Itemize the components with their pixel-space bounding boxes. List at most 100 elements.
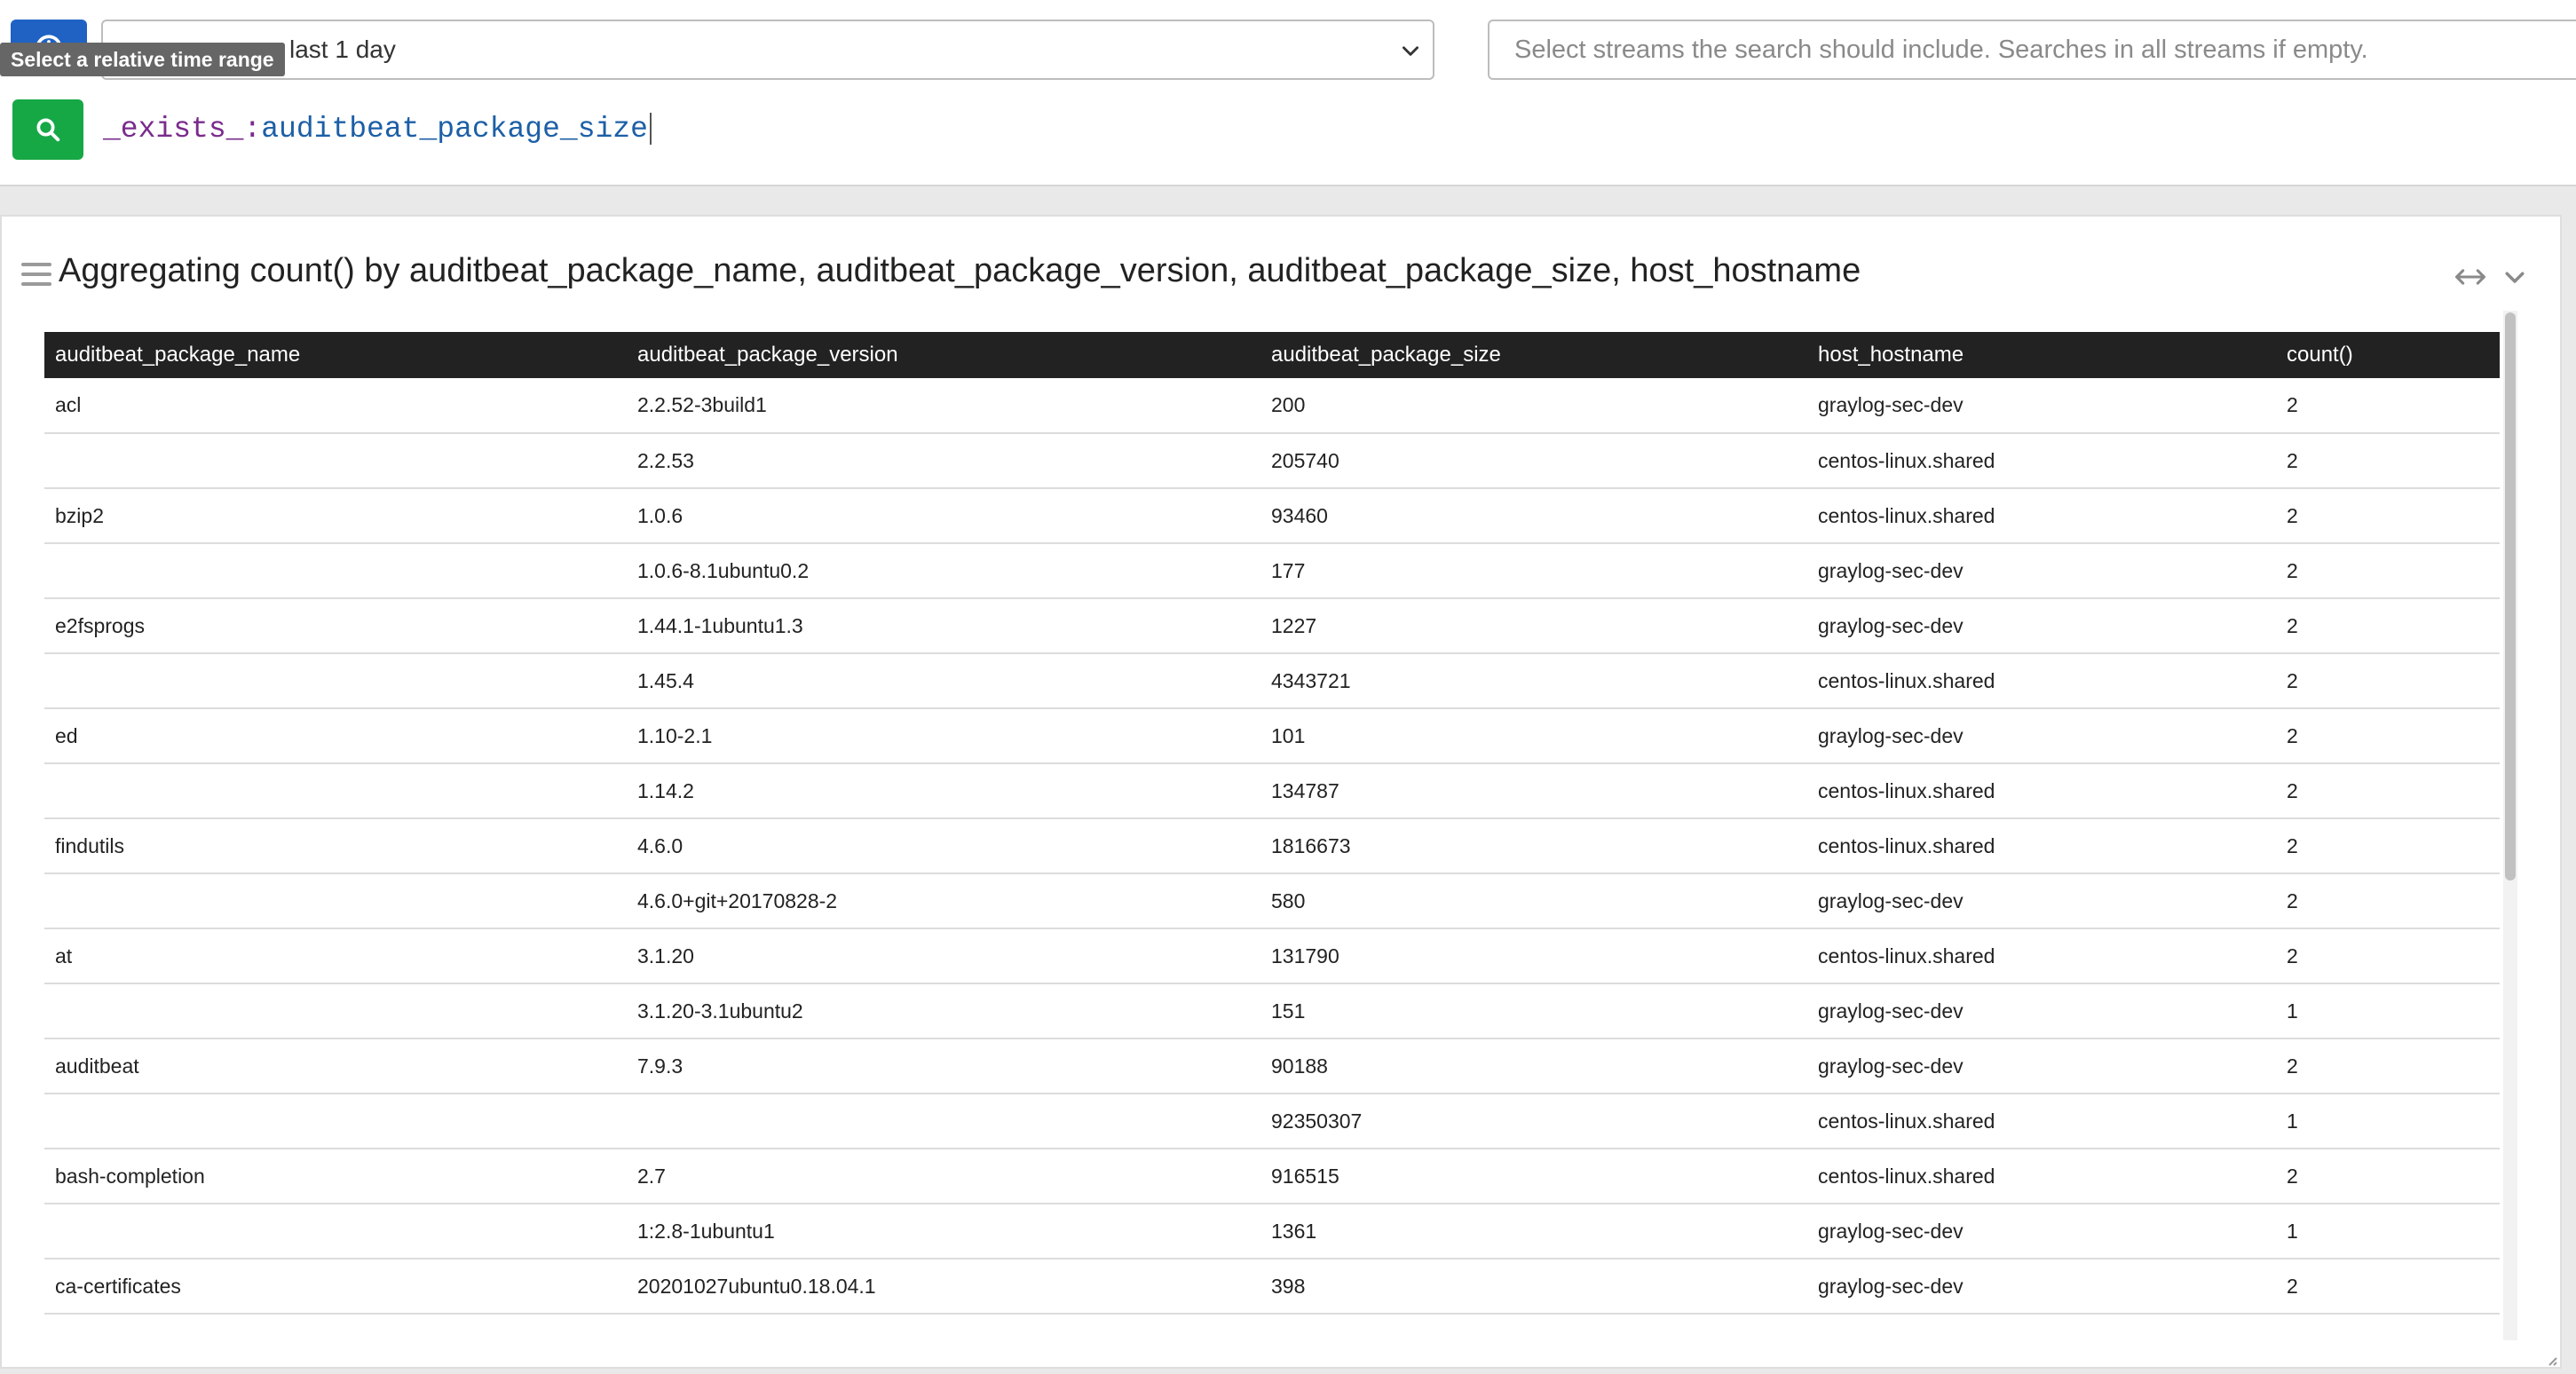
- chevron-down-icon[interactable]: [2498, 264, 2532, 290]
- table-cell-auditbeat-package-version[interactable]: 1.0.6-8.1ubuntu0.2: [627, 543, 1260, 599]
- table-cell-auditbeat-package-version[interactable]: 1.45.4: [627, 653, 1260, 709]
- table-cell-auditbeat-package-size[interactable]: 1227: [1260, 598, 1807, 654]
- table-cell-host-hostname[interactable]: centos-linux.shared: [1807, 763, 2276, 819]
- table-cell-host-hostname[interactable]: centos-linux.shared: [1807, 1094, 2276, 1149]
- table-cell-count[interactable]: 2: [2276, 1149, 2500, 1204]
- table-cell-auditbeat-package-size[interactable]: 92350307: [1260, 1094, 1807, 1149]
- resize-handle-icon[interactable]: [2544, 1353, 2558, 1367]
- table-cell-host-hostname[interactable]: graylog-sec-dev: [1807, 543, 2276, 599]
- table-cell-auditbeat-package-size[interactable]: 93460: [1260, 488, 1807, 544]
- table-cell-auditbeat-package-name[interactable]: ca-certificates: [44, 1259, 627, 1315]
- table-cell-auditbeat-package-version[interactable]: 2.2.53: [627, 433, 1260, 489]
- table-cell-count[interactable]: 2: [2276, 598, 2500, 654]
- table-cell-auditbeat-package-size[interactable]: 1361: [1260, 1204, 1807, 1260]
- table-cell-auditbeat-package-version[interactable]: 3.1.20: [627, 928, 1260, 984]
- table-cell-auditbeat-package-name[interactable]: e2fsprogs: [44, 598, 627, 654]
- table-cell-auditbeat-package-name[interactable]: bash-completion: [44, 1149, 627, 1204]
- table-cell-host-hostname[interactable]: centos-linux.shared: [1807, 488, 2276, 544]
- table-cell-auditbeat-package-version[interactable]: 1.10-2.1: [627, 708, 1260, 764]
- column-header[interactable]: auditbeat_package_version: [627, 332, 1260, 378]
- table-cell-auditbeat-package-size[interactable]: 916515: [1260, 1149, 1807, 1204]
- table-cell-auditbeat-package-name[interactable]: [44, 653, 627, 709]
- table-cell-auditbeat-package-version[interactable]: 20201027ubuntu0.18.04.1: [627, 1259, 1260, 1315]
- table-cell-host-hostname[interactable]: graylog-sec-dev: [1807, 1259, 2276, 1315]
- table-cell-host-hostname[interactable]: graylog-sec-dev: [1807, 983, 2276, 1039]
- column-header[interactable]: host_hostname: [1807, 332, 2276, 378]
- table-cell-count[interactable]: 2: [2276, 488, 2500, 544]
- query-input[interactable]: _exists_:auditbeat_package_size: [103, 105, 652, 154]
- table-cell-auditbeat-package-version[interactable]: 1.0.6: [627, 488, 1260, 544]
- table-cell-host-hostname[interactable]: centos-linux.shared: [1807, 433, 2276, 489]
- table-cell-auditbeat-package-size[interactable]: 200: [1260, 378, 1807, 434]
- table-cell-auditbeat-package-size[interactable]: 205740: [1260, 433, 1807, 489]
- table-cell-auditbeat-package-version[interactable]: 3.1.20-3.1ubuntu2: [627, 983, 1260, 1039]
- table-cell-auditbeat-package-version[interactable]: 1:2.8-1ubuntu1: [627, 1204, 1260, 1260]
- table-cell-auditbeat-package-size[interactable]: 398: [1260, 1259, 1807, 1315]
- table-cell-auditbeat-package-name[interactable]: [44, 433, 627, 489]
- table-cell-auditbeat-package-name[interactable]: findutils: [44, 818, 627, 874]
- table-cell-count[interactable]: 2: [2276, 708, 2500, 764]
- table-cell-auditbeat-package-version[interactable]: 4.6.0+git+20170828-2: [627, 873, 1260, 929]
- table-cell-count[interactable]: 2: [2276, 818, 2500, 874]
- table-cell-count[interactable]: 1: [2276, 1204, 2500, 1260]
- table-cell-host-hostname[interactable]: graylog-sec-dev: [1807, 1204, 2276, 1260]
- relative-time-range-select[interactable]: last 1 day: [101, 20, 1434, 80]
- table-cell-auditbeat-package-version[interactable]: 1.14.2: [627, 763, 1260, 819]
- column-header[interactable]: auditbeat_package_size: [1260, 332, 1807, 378]
- table-cell-auditbeat-package-size[interactable]: 101: [1260, 708, 1807, 764]
- table-cell-auditbeat-package-name[interactable]: auditbeat: [44, 1038, 627, 1094]
- table-cell-auditbeat-package-size[interactable]: 177: [1260, 543, 1807, 599]
- table-cell-host-hostname[interactable]: graylog-sec-dev: [1807, 708, 2276, 764]
- table-cell-auditbeat-package-name[interactable]: ed: [44, 708, 627, 764]
- table-cell-count[interactable]: 2: [2276, 543, 2500, 599]
- table-cell-host-hostname[interactable]: graylog-sec-dev: [1807, 598, 2276, 654]
- table-cell-count[interactable]: 2: [2276, 1259, 2500, 1315]
- table-cell-count[interactable]: 2: [2276, 433, 2500, 489]
- table-cell-count[interactable]: 2: [2276, 378, 2500, 434]
- table-cell-auditbeat-package-version[interactable]: 1.44.1-1ubuntu1.3: [627, 598, 1260, 654]
- table-cell-count[interactable]: 2: [2276, 928, 2500, 984]
- table-cell-auditbeat-package-name[interactable]: bzip2: [44, 488, 627, 544]
- streams-filter-input[interactable]: Select streams the search should include…: [1488, 20, 2576, 80]
- table-cell-auditbeat-package-size[interactable]: 580: [1260, 873, 1807, 929]
- table-cell-host-hostname[interactable]: graylog-sec-dev: [1807, 1038, 2276, 1094]
- table-cell-auditbeat-package-size[interactable]: 4343721: [1260, 653, 1807, 709]
- table-cell-count[interactable]: 2: [2276, 873, 2500, 929]
- query-field: auditbeat_package_size: [261, 113, 648, 146]
- table-cell-auditbeat-package-name[interactable]: [44, 1094, 627, 1149]
- table-cell-count[interactable]: 2: [2276, 1038, 2500, 1094]
- table-cell-auditbeat-package-name[interactable]: at: [44, 928, 627, 984]
- table-cell-auditbeat-package-size[interactable]: 131790: [1260, 928, 1807, 984]
- table-cell-auditbeat-package-size[interactable]: 151: [1260, 983, 1807, 1039]
- table-cell-auditbeat-package-size[interactable]: 134787: [1260, 763, 1807, 819]
- column-header[interactable]: count(): [2276, 332, 2500, 378]
- table-cell-host-hostname[interactable]: graylog-sec-dev: [1807, 378, 2276, 434]
- table-cell-auditbeat-package-version[interactable]: 2.7: [627, 1149, 1260, 1204]
- table-cell-auditbeat-package-name[interactable]: [44, 873, 627, 929]
- table-cell-auditbeat-package-name[interactable]: [44, 543, 627, 599]
- table-cell-auditbeat-package-version[interactable]: 7.9.3: [627, 1038, 1260, 1094]
- table-cell-auditbeat-package-name[interactable]: [44, 983, 627, 1039]
- search-button[interactable]: [12, 99, 83, 160]
- table-cell-auditbeat-package-name[interactable]: [44, 1204, 627, 1260]
- hamburger-icon[interactable]: [21, 263, 51, 289]
- table-cell-auditbeat-package-size[interactable]: 90188: [1260, 1038, 1807, 1094]
- column-header[interactable]: auditbeat_package_name: [44, 332, 627, 378]
- table-cell-auditbeat-package-name[interactable]: acl: [44, 378, 627, 434]
- table-cell-count[interactable]: 2: [2276, 763, 2500, 819]
- table-cell-host-hostname[interactable]: centos-linux.shared: [1807, 1149, 2276, 1204]
- table-cell-auditbeat-package-version[interactable]: [627, 1094, 1260, 1149]
- table-cell-host-hostname[interactable]: centos-linux.shared: [1807, 653, 2276, 709]
- table-cell-count[interactable]: 1: [2276, 1094, 2500, 1149]
- scrollbar-thumb[interactable]: [2505, 312, 2516, 880]
- table-cell-auditbeat-package-version[interactable]: 4.6.0: [627, 818, 1260, 874]
- horizontal-arrows-icon[interactable]: [2454, 264, 2487, 290]
- table-cell-host-hostname[interactable]: centos-linux.shared: [1807, 818, 2276, 874]
- table-cell-auditbeat-package-size[interactable]: 1816673: [1260, 818, 1807, 874]
- table-cell-count[interactable]: 1: [2276, 983, 2500, 1039]
- table-cell-host-hostname[interactable]: centos-linux.shared: [1807, 928, 2276, 984]
- table-cell-auditbeat-package-version[interactable]: 2.2.52-3build1: [627, 378, 1260, 434]
- table-cell-auditbeat-package-name[interactable]: [44, 763, 627, 819]
- table-cell-host-hostname[interactable]: graylog-sec-dev: [1807, 873, 2276, 929]
- table-cell-count[interactable]: 2: [2276, 653, 2500, 709]
